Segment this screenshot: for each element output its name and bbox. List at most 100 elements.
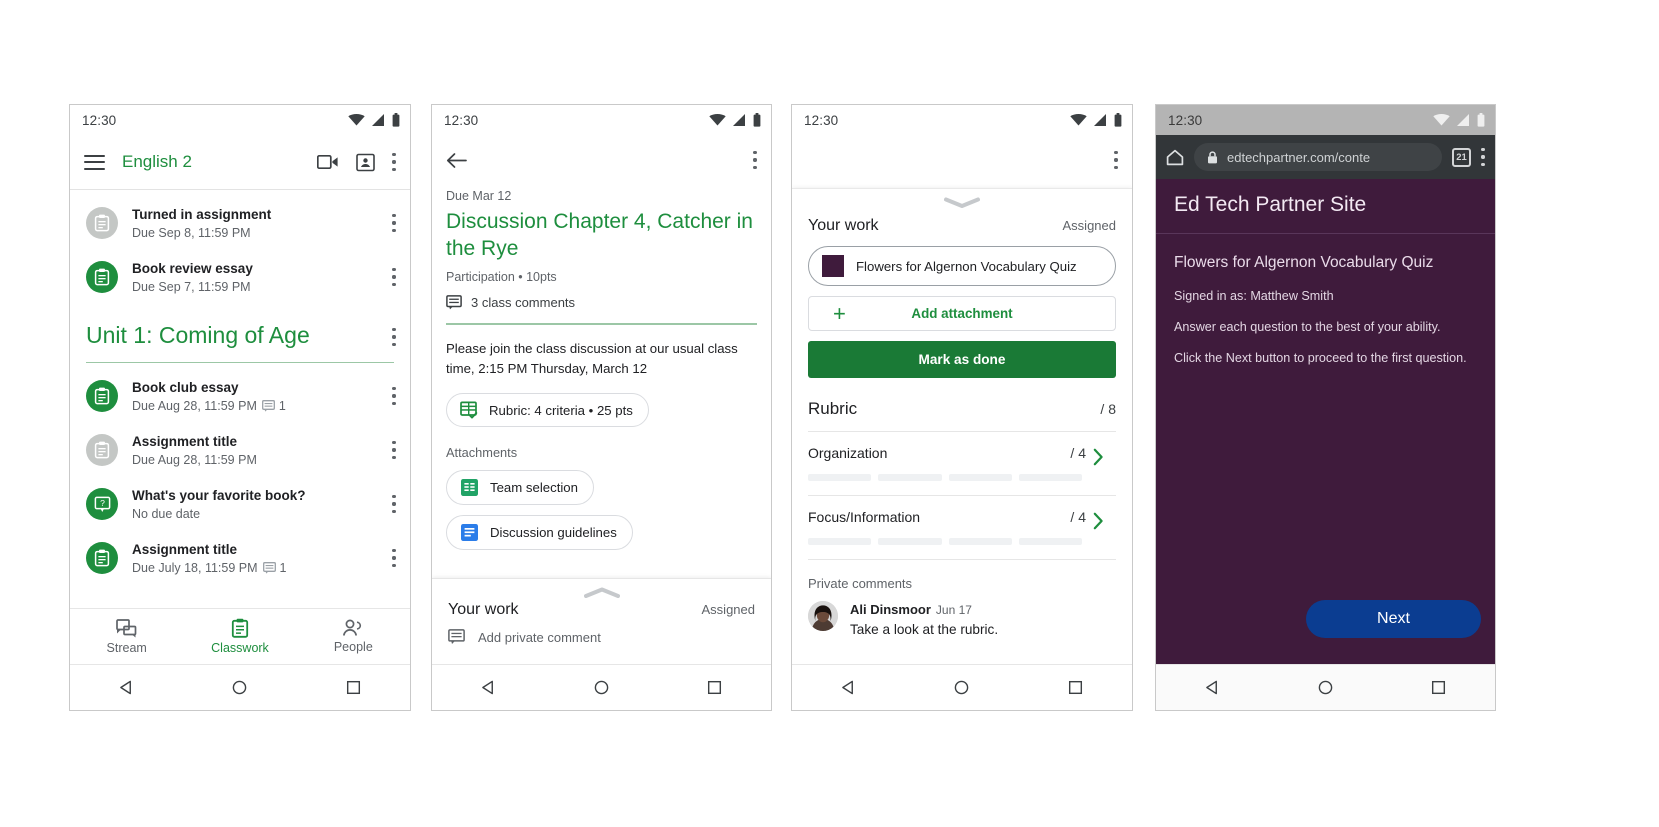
wifi-icon <box>348 114 365 126</box>
class-comments-label: 3 class comments <box>471 295 576 311</box>
add-private-comment[interactable]: Add private comment <box>432 619 771 645</box>
list-item-title: Turned in assignment <box>132 207 272 222</box>
comment-text: Take a look at the rubric. <box>850 622 999 637</box>
list-item[interactable]: Book review essay Due Sep 7, 11:59 PM <box>70 250 410 304</box>
list-item[interactable]: ? What's your favorite book? No due date <box>70 477 410 531</box>
status-icons <box>1070 113 1122 127</box>
url-text: edtechpartner.com/conte <box>1227 149 1371 165</box>
more-options-icon[interactable] <box>1481 148 1485 166</box>
bottom-tab-bar: Stream Classwork People <box>70 608 410 664</box>
status-icons <box>348 113 400 127</box>
back-icon[interactable] <box>1205 680 1220 695</box>
hamburger-menu-icon[interactable] <box>84 154 105 170</box>
detail-app-bar <box>432 135 771 185</box>
attached-work-item[interactable]: Flowers for Algernon Vocabulary Quiz <box>808 246 1116 286</box>
your-work-header: Your work Assigned <box>808 217 1116 235</box>
attached-work-label: Flowers for Algernon Vocabulary Quiz <box>856 258 1077 274</box>
private-comments-header: Private comments <box>808 576 913 591</box>
attachment-label: Discussion guidelines <box>490 525 617 541</box>
add-attachment-button[interactable]: + Add attachment <box>808 296 1116 331</box>
detail-app-bar <box>792 135 1132 185</box>
site-title: Ed Tech Partner Site <box>1174 193 1367 216</box>
status-bar: 12:30 <box>1156 105 1495 135</box>
list-item-title: Book club essay <box>132 380 239 396</box>
status-bar: 12:30 <box>792 105 1132 135</box>
more-options-icon[interactable] <box>753 151 757 169</box>
unit-header: Unit 1: Coming of Age <box>70 304 410 356</box>
list-item-subtitle: Due Aug 28, 11:59 PM <box>132 453 257 468</box>
status-bar: 12:30 <box>70 105 410 135</box>
comment-count: 1 <box>261 399 286 413</box>
row-more-options-icon[interactable] <box>392 268 396 286</box>
next-button[interactable]: Next <box>1306 600 1481 638</box>
attachment-chip-team-selection[interactable]: Team selection <box>446 470 594 506</box>
tab-label: Classwork <box>211 641 269 655</box>
list-item-subtitle: Due Sep 7, 11:59 PM <box>132 280 251 294</box>
chevron-down-icon[interactable] <box>944 197 980 208</box>
back-icon[interactable] <box>481 680 496 695</box>
more-options-icon[interactable] <box>392 153 396 171</box>
class-comments-link[interactable]: 3 class comments <box>446 295 757 310</box>
row-more-options-icon[interactable] <box>392 495 396 514</box>
battery-icon <box>1477 113 1485 127</box>
rubric-criterion-organization[interactable]: Organization / 4 <box>808 432 1116 481</box>
tab-label: Stream <box>106 640 147 655</box>
rubric-chip[interactable]: Rubric: 4 criteria • 25 pts <box>446 393 649 428</box>
list-item[interactable]: Turned in assignment Due Sep 8, 11:59 PM <box>70 196 410 250</box>
chevron-right-icon[interactable] <box>1093 448 1104 466</box>
recents-icon[interactable] <box>346 680 361 695</box>
class-card-icon[interactable] <box>356 153 375 172</box>
assignment-detail: Due Mar 12 Discussion Chapter 4, Catcher… <box>432 189 771 551</box>
back-icon[interactable] <box>119 680 134 695</box>
back-arrow-icon[interactable] <box>446 152 467 169</box>
rubric-criterion-focus-information[interactable]: Focus/Information / 4 <box>808 496 1116 545</box>
address-bar[interactable]: edtechpartner.com/conte <box>1194 143 1442 171</box>
chevron-up-icon[interactable] <box>583 587 620 598</box>
row-more-options-icon[interactable] <box>392 549 396 568</box>
list-item-subtitle: No due date <box>132 507 201 522</box>
phone-mockup-classwork: 12:30 English 2 Turned in assignment Due… <box>69 104 411 711</box>
add-attachment-label: Add attachment <box>911 306 1013 321</box>
your-work-body: Your work Assigned Flowers for Algernon … <box>792 189 1132 637</box>
recents-icon[interactable] <box>1431 680 1446 695</box>
row-more-options-icon[interactable] <box>392 441 396 460</box>
row-more-options-icon[interactable] <box>392 387 396 406</box>
detail-divider <box>446 323 757 325</box>
phone-mockup-your-work: 12:30 Your work Assigned Flowers for Alg… <box>791 104 1133 711</box>
status-bar: 12:30 <box>432 105 771 135</box>
home-icon[interactable] <box>232 680 247 695</box>
list-item-subtitle: Due Aug 28, 11:59 PM <box>132 399 257 414</box>
list-item[interactable]: Assignment title Due July 18, 11:59 PM 1 <box>70 531 410 585</box>
tab-stream[interactable]: Stream <box>70 618 183 655</box>
row-more-options-icon[interactable] <box>392 214 396 232</box>
home-icon[interactable] <box>1166 149 1184 166</box>
home-icon[interactable] <box>954 680 969 695</box>
home-icon[interactable] <box>594 680 609 695</box>
tab-count-button[interactable]: 21 <box>1452 147 1471 167</box>
instruction-line-1: Answer each question to the best of your… <box>1174 320 1441 334</box>
comment-icon <box>446 295 462 310</box>
tab-classwork[interactable]: Classwork <box>183 618 296 655</box>
comment-icon <box>261 400 275 412</box>
list-item[interactable]: Book club essay Due Aug 28, 11:59 PM 1 <box>70 369 410 423</box>
assignment-icon <box>86 434 118 467</box>
your-work-sheet[interactable]: Your work Assigned Add private comment <box>432 578 771 664</box>
unit-more-options-icon[interactable] <box>392 328 396 346</box>
question-icon: ? <box>86 488 118 521</box>
tab-people[interactable]: People <box>297 619 410 654</box>
home-icon[interactable] <box>1318 680 1333 695</box>
svg-text:?: ? <box>100 498 105 508</box>
attachment-chip-discussion-guidelines[interactable]: Discussion guidelines <box>446 515 633 551</box>
recents-icon[interactable] <box>707 680 722 695</box>
mark-as-done-button[interactable]: Mark as done <box>808 341 1116 378</box>
list-item-title: Assignment title <box>132 434 238 450</box>
video-call-icon[interactable] <box>317 154 339 170</box>
recents-icon[interactable] <box>1068 680 1083 695</box>
list-item[interactable]: Assignment title Due Aug 28, 11:59 PM <box>70 423 410 477</box>
more-options-icon[interactable] <box>1114 151 1118 169</box>
chevron-right-icon[interactable] <box>1093 512 1104 530</box>
assignment-meta: Participation • 10pts <box>446 270 557 285</box>
criterion-levels <box>808 474 1116 481</box>
back-icon[interactable] <box>841 680 856 695</box>
criterion-score: / 4 <box>1070 509 1086 525</box>
